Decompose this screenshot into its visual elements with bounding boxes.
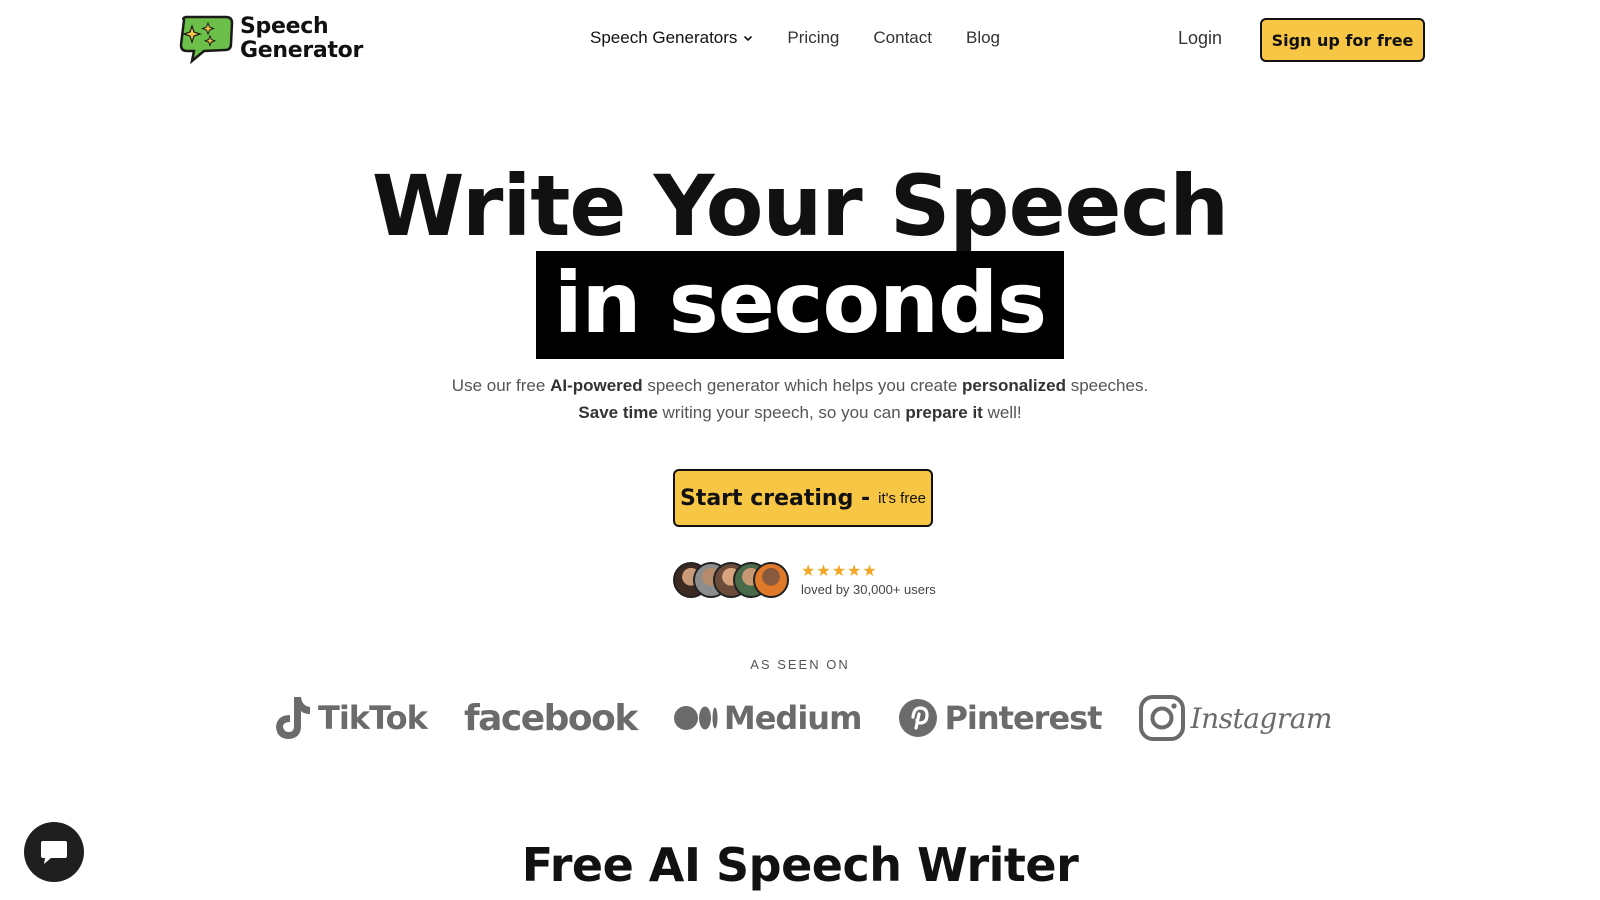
instagram-icon (1138, 695, 1185, 741)
tiktok-icon (276, 697, 310, 739)
hero-title-line2: in seconds (535, 251, 1065, 359)
nav-pricing[interactable]: Pricing (787, 28, 839, 48)
start-creating-button[interactable]: Start creating - it's free (673, 469, 933, 527)
brand-medium: Medium (673, 699, 863, 737)
brand-instagram: Instagram (1138, 695, 1333, 741)
logo-line2: Generator (240, 38, 364, 63)
pinterest-icon (899, 699, 938, 737)
sub2-bold1: Save time (578, 403, 658, 422)
brand-facebook-label: facebook (463, 697, 638, 739)
brand-pinterest-label: Pinterest (944, 699, 1102, 737)
cta-main-label: Start creating - (679, 485, 871, 511)
rating: ★★★★★ loved by 30,000+ users (801, 562, 936, 597)
as-seen-on-label: AS SEEN ON (750, 657, 850, 672)
brand-pinterest: Pinterest (898, 698, 1102, 738)
login-link[interactable]: Login (1178, 28, 1222, 49)
sub1-text3: speeches. (1065, 376, 1149, 395)
sub1-text2: speech generator which helps you create (642, 376, 963, 395)
nav-speech-generators-label: Speech Generators (590, 28, 738, 47)
sub2-text2: well! (982, 403, 1022, 422)
hero-title-line1: Write Your Speech (371, 157, 1229, 255)
user-avatars (673, 562, 789, 598)
hero-subtitle-line2: Save time writing your speech, so you ca… (0, 403, 1600, 423)
sub2-text1: writing your speech, so you can (657, 403, 906, 422)
sub1-text1: Use our free (451, 376, 551, 395)
site-header: Speech Generator Speech Generators Prici… (0, 0, 1600, 80)
main-nav: Speech Generators Pricing Contact Blog (590, 28, 1000, 48)
brand-instagram-label: Instagram (1190, 701, 1333, 735)
nav-blog[interactable]: Blog (966, 28, 1000, 48)
chevron-down-icon (744, 35, 753, 42)
loved-by-text: loved by 30,000+ users (801, 581, 936, 597)
logo-line1: Speech (240, 14, 329, 39)
logo-text: Speech Generator (240, 15, 363, 63)
nav-speech-generators[interactable]: Speech Generators (590, 28, 753, 48)
brand-logos: TikTok facebook Medium Pinterest Instagr… (272, 690, 1332, 746)
cta-small-label: it's free (878, 489, 927, 507)
speech-bubble-logo-icon (179, 15, 234, 64)
hero-title-line2-wrap: in seconds (0, 251, 1600, 359)
nav-contact[interactable]: Contact (873, 28, 932, 48)
social-proof: ★★★★★ loved by 30,000+ users (673, 562, 936, 598)
signup-button[interactable]: Sign up for free (1260, 18, 1425, 62)
hero-subtitle-line1: Use our free AI-powered speech generator… (0, 376, 1600, 396)
section-title: Free AI Speech Writer (521, 838, 1079, 892)
brand-medium-label: Medium (723, 699, 863, 737)
sub1-bold1: AI-powered (550, 376, 643, 395)
logo[interactable]: Speech Generator (178, 14, 363, 64)
avatar (753, 562, 789, 598)
medium-icon (673, 706, 718, 730)
brand-facebook: facebook (463, 697, 638, 739)
sub2-bold2: prepare it (905, 403, 983, 422)
brand-tiktok-label: TikTok (318, 699, 428, 737)
rating-stars: ★★★★★ (801, 562, 878, 580)
brand-tiktok: TikTok (272, 695, 428, 741)
sub1-bold2: personalized (962, 376, 1066, 395)
